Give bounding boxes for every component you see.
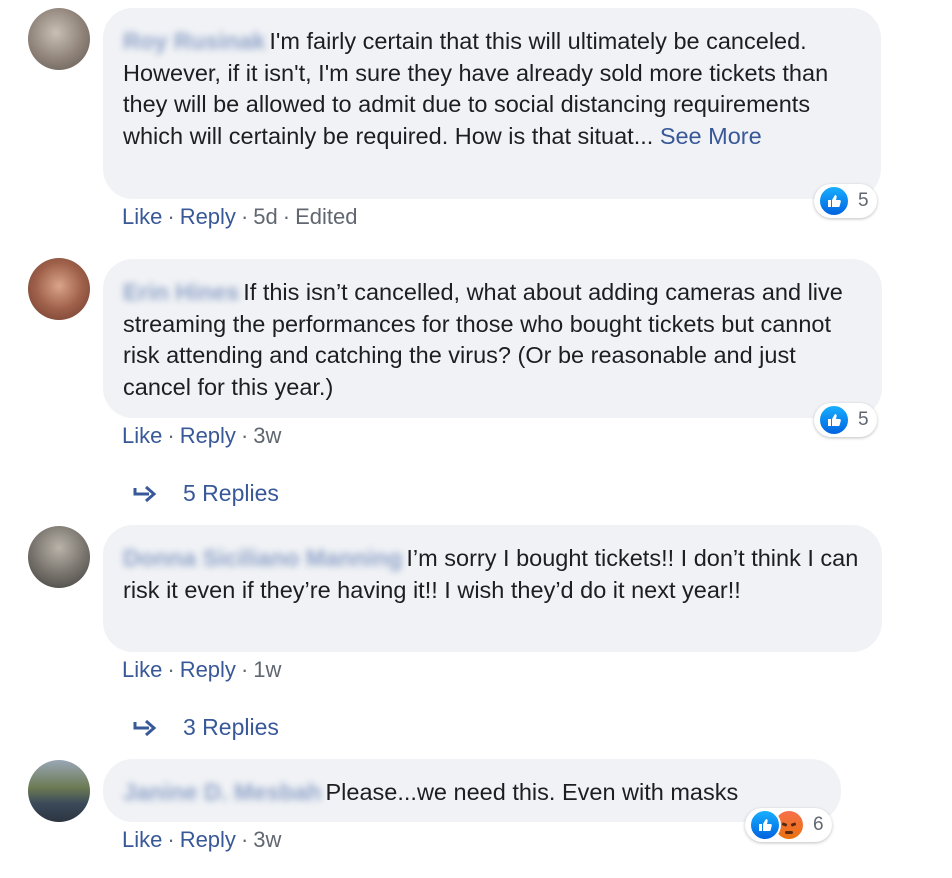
separator: · <box>240 827 249 852</box>
avatar[interactable] <box>28 760 90 822</box>
reply-link[interactable]: Reply <box>180 204 236 229</box>
separator: · <box>240 423 249 448</box>
separator: · <box>167 827 175 852</box>
timestamp[interactable]: 3w <box>253 423 281 448</box>
comment-bubble: Janine D. Mesbah Please...we need this. E… <box>103 759 841 822</box>
comment-text: Please...we need this. Even with masks <box>325 779 739 805</box>
comment-author[interactable]: Roy Rusinak <box>123 28 265 54</box>
timestamp[interactable]: 1w <box>253 657 281 682</box>
comment-author[interactable]: Donna Siciliano Manning <box>123 545 402 571</box>
comment-author[interactable]: Erin Hines <box>123 279 239 305</box>
reply-arrow-icon <box>133 719 157 736</box>
reaction-count: 5 <box>858 409 869 430</box>
separator: · <box>240 657 249 682</box>
like-link[interactable]: Like <box>122 657 162 682</box>
timestamp[interactable]: 5d <box>253 204 277 229</box>
see-more-link[interactable]: See More <box>660 123 762 149</box>
reaction-count: 5 <box>858 190 869 211</box>
separator: · <box>167 204 175 229</box>
angry-mouth <box>785 831 793 834</box>
comment-actions: Like · Reply · 1w <box>122 657 281 683</box>
reaction-summary[interactable]: 5 <box>814 403 877 437</box>
separator: · <box>167 423 175 448</box>
thumbs-up-icon <box>749 809 781 841</box>
separator: · <box>167 657 175 682</box>
edited-label[interactable]: Edited <box>295 204 357 229</box>
replies-label[interactable]: 3 Replies <box>183 714 279 741</box>
comment-bubble: Donna Siciliano Manning I’m sorry I bough… <box>103 525 882 652</box>
thumbs-up-icon <box>818 404 850 436</box>
separator: · <box>240 204 249 229</box>
avatar[interactable] <box>28 8 90 70</box>
reply-link[interactable]: Reply <box>180 827 236 852</box>
separator: · <box>282 204 291 229</box>
angry-eye <box>781 822 788 827</box>
reaction-summary[interactable]: 5 <box>814 184 877 218</box>
like-link[interactable]: Like <box>122 204 162 229</box>
avatar[interactable] <box>28 258 90 320</box>
like-link[interactable]: Like <box>122 423 162 448</box>
comment-bubble: Roy Rusinak I'm fairly certain that this … <box>103 8 881 199</box>
avatar[interactable] <box>28 526 90 588</box>
replies-label[interactable]: 5 Replies <box>183 480 279 507</box>
timestamp[interactable]: 3w <box>253 827 281 852</box>
reaction-summary[interactable]: 6 <box>745 808 832 842</box>
comment-author[interactable]: Janine D. Mesbah <box>123 779 322 805</box>
reply-arrow-icon <box>133 485 157 502</box>
comment-actions: Like · Reply · 5d · Edited <box>122 204 357 230</box>
reply-link[interactable]: Reply <box>180 423 236 448</box>
reply-link[interactable]: Reply <box>180 657 236 682</box>
comment-actions: Like · Reply · 3w <box>122 423 281 449</box>
angry-eye <box>790 822 797 827</box>
comment-actions: Like · Reply · 3w <box>122 827 281 853</box>
comment-bubble: Erin Hines If this isn’t cancelled, what … <box>103 259 882 418</box>
view-replies-button[interactable]: 3 Replies <box>133 714 279 741</box>
view-replies-button[interactable]: 5 Replies <box>133 480 279 507</box>
thumbs-up-icon <box>818 185 850 217</box>
reaction-count: 6 <box>813 814 824 835</box>
like-link[interactable]: Like <box>122 827 162 852</box>
